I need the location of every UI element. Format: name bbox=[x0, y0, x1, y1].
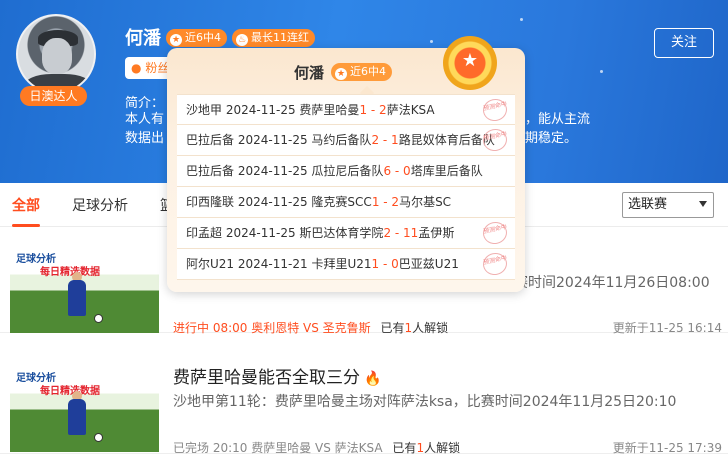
match-home-score: 2 bbox=[371, 133, 380, 147]
match-sep: - bbox=[379, 257, 392, 271]
match-date: 2024-11-25 bbox=[237, 133, 308, 147]
match-league: 巴拉后备 bbox=[186, 164, 235, 178]
article-status: 进行中 08:00 奥利恩特 VS 圣克鲁斯 已有1人解锁 bbox=[173, 321, 449, 335]
match-away: 萨法KSA bbox=[386, 103, 435, 117]
match-home: 斯巴达体育学院 bbox=[299, 226, 384, 240]
match-result-row[interactable]: 印孟超 2024-11-25 斯巴达体育学院2 - 11孟伊斯 预测命中 bbox=[177, 218, 515, 249]
match-sep: - bbox=[391, 164, 404, 178]
match-league: 印孟超 bbox=[186, 226, 223, 240]
hit-stamp-icon: 预测命中 bbox=[480, 96, 510, 124]
match-away-score: 2 bbox=[391, 195, 400, 209]
user-name: 何潘 bbox=[125, 28, 161, 49]
star-icon: ★ bbox=[170, 34, 182, 46]
match-away: 孟伊斯 bbox=[418, 226, 455, 240]
match-away-score: 0 bbox=[391, 257, 399, 271]
article-updated: 更新于11-25 17:39 bbox=[612, 441, 722, 455]
match-result-row[interactable]: 巴拉后备 2024-11-25 马约后备队2 - 1路昆奴体育后备队 预测命中 bbox=[177, 125, 515, 156]
flame-icon: ♨ bbox=[236, 34, 248, 46]
article-title[interactable]: 费萨里哈曼能否全取三分 🔥 bbox=[173, 363, 381, 388]
role-badge: 日澳达人 bbox=[20, 86, 87, 106]
match-home: 隆克赛SCC bbox=[311, 195, 372, 209]
tab-all[interactable]: 全部 bbox=[12, 195, 40, 215]
match-sep: - bbox=[379, 195, 392, 209]
article-desc: 沙地甲第11轮：费萨里哈曼主场对阵萨法ksa，比赛时间2024年11月25日20… bbox=[173, 394, 677, 410]
hit-stamp-icon: 预测命中 bbox=[480, 219, 510, 247]
match-away-score: 1 bbox=[391, 133, 399, 147]
match-away-score: 2 bbox=[379, 103, 387, 117]
match-home: 费萨里哈曼 bbox=[299, 103, 360, 117]
match-date: 2024-11-25 bbox=[225, 226, 296, 240]
avatar[interactable] bbox=[16, 14, 96, 94]
match-league: 印西隆联 bbox=[186, 195, 235, 209]
match-result-list: 沙地甲 2024-11-25 费萨里哈曼1 - 2萨法KSA 预测命中 巴拉后备 2… bbox=[177, 94, 515, 280]
match-away: 塔库里后备队 bbox=[410, 164, 483, 178]
article-item[interactable]: 足球分析 每日精选数据 费萨里哈曼能否全取三分 🔥 沙地甲第11轮：费萨里哈曼主场… bbox=[0, 349, 728, 455]
active-tab-indicator bbox=[12, 224, 40, 227]
match-date: 2024-11-25 bbox=[237, 195, 308, 209]
popover-hit-badge: ★ 近6中4 bbox=[331, 63, 392, 81]
intro-label: 简介： bbox=[125, 96, 165, 111]
match-home: 瓜拉尼后备队 bbox=[311, 164, 384, 178]
article-desc: 赛时间2024年11月26日08:00 bbox=[514, 275, 710, 291]
match-away-score: 11 bbox=[403, 226, 419, 240]
match-result-row[interactable]: 沙地甲 2024-11-25 费萨里哈曼1 - 2萨法KSA 预测命中 bbox=[177, 94, 515, 125]
tab-football-analysis[interactable]: 足球分析 bbox=[72, 195, 128, 215]
match-date: 2024-11-21 bbox=[237, 257, 308, 271]
match-away-score: 0 bbox=[403, 164, 411, 178]
match-home: 马约后备队 bbox=[311, 133, 372, 147]
match-sep: - bbox=[391, 226, 404, 240]
match-home: 卡拜里U21 bbox=[311, 257, 372, 271]
match-sep: - bbox=[379, 133, 392, 147]
user-icon: ● bbox=[131, 61, 142, 75]
match-away: 路昆奴体育后备队 bbox=[398, 133, 495, 147]
match-away: 马尔基SC bbox=[399, 195, 452, 209]
match-result-row[interactable]: 印西隆联 2024-11-25 隆克赛SCC1 - 2马尔基SC bbox=[177, 187, 515, 218]
follow-button[interactable]: 关注 bbox=[654, 28, 714, 58]
league-select[interactable]: 选联赛 bbox=[622, 192, 714, 218]
match-result-row[interactable]: 巴拉后备 2024-11-25 瓜拉尼后备队6 - 0塔库里后备队 bbox=[177, 156, 515, 187]
medal-icon: ★ bbox=[443, 36, 497, 90]
article-status: 已完场 20:10 费萨里哈曼 VS 萨法KSA 已有1人解锁 bbox=[173, 441, 461, 455]
match-date: 2024-11-25 bbox=[225, 103, 296, 117]
match-sep: - bbox=[367, 103, 380, 117]
streak-badge: ♨ 最长11连红 bbox=[232, 29, 315, 47]
popover-title: 何潘 bbox=[294, 64, 325, 82]
article-thumbnail[interactable]: 足球分析 每日精选数据 bbox=[10, 363, 159, 452]
chevron-down-icon bbox=[699, 201, 707, 207]
match-league: 巴拉后备 bbox=[186, 133, 235, 147]
article-updated: 更新于11-25 16:14 bbox=[612, 321, 722, 335]
match-home-score: 6 bbox=[383, 164, 392, 178]
match-home-score: 2 bbox=[383, 226, 392, 240]
recent-results-popover: 何潘 ★ 近6中4 ★ 沙地甲 2024-11-25 费萨里哈曼1 - 2萨法KS… bbox=[167, 36, 525, 292]
hit-stamp-icon: 预测命中 bbox=[480, 250, 510, 278]
match-result-row[interactable]: 阿尔U21 2024-11-21 卡拜里U211 - 0巴亚兹U21 预测命中 bbox=[177, 249, 515, 280]
fire-icon: 🔥 bbox=[364, 371, 382, 387]
match-date: 2024-11-25 bbox=[237, 164, 308, 178]
match-home-score: 1 bbox=[359, 103, 368, 117]
hit-stamp-icon: 预测命中 bbox=[480, 126, 510, 154]
hit-rate-badge[interactable]: ★ 近6中4 bbox=[166, 29, 227, 47]
star-icon: ★ bbox=[335, 68, 347, 80]
match-away: 巴亚兹U21 bbox=[398, 257, 459, 271]
article-thumbnail[interactable]: 足球分析 每日精选数据 bbox=[10, 244, 159, 333]
match-league: 沙地甲 bbox=[186, 103, 223, 117]
match-league: 阿尔U21 bbox=[186, 257, 235, 271]
